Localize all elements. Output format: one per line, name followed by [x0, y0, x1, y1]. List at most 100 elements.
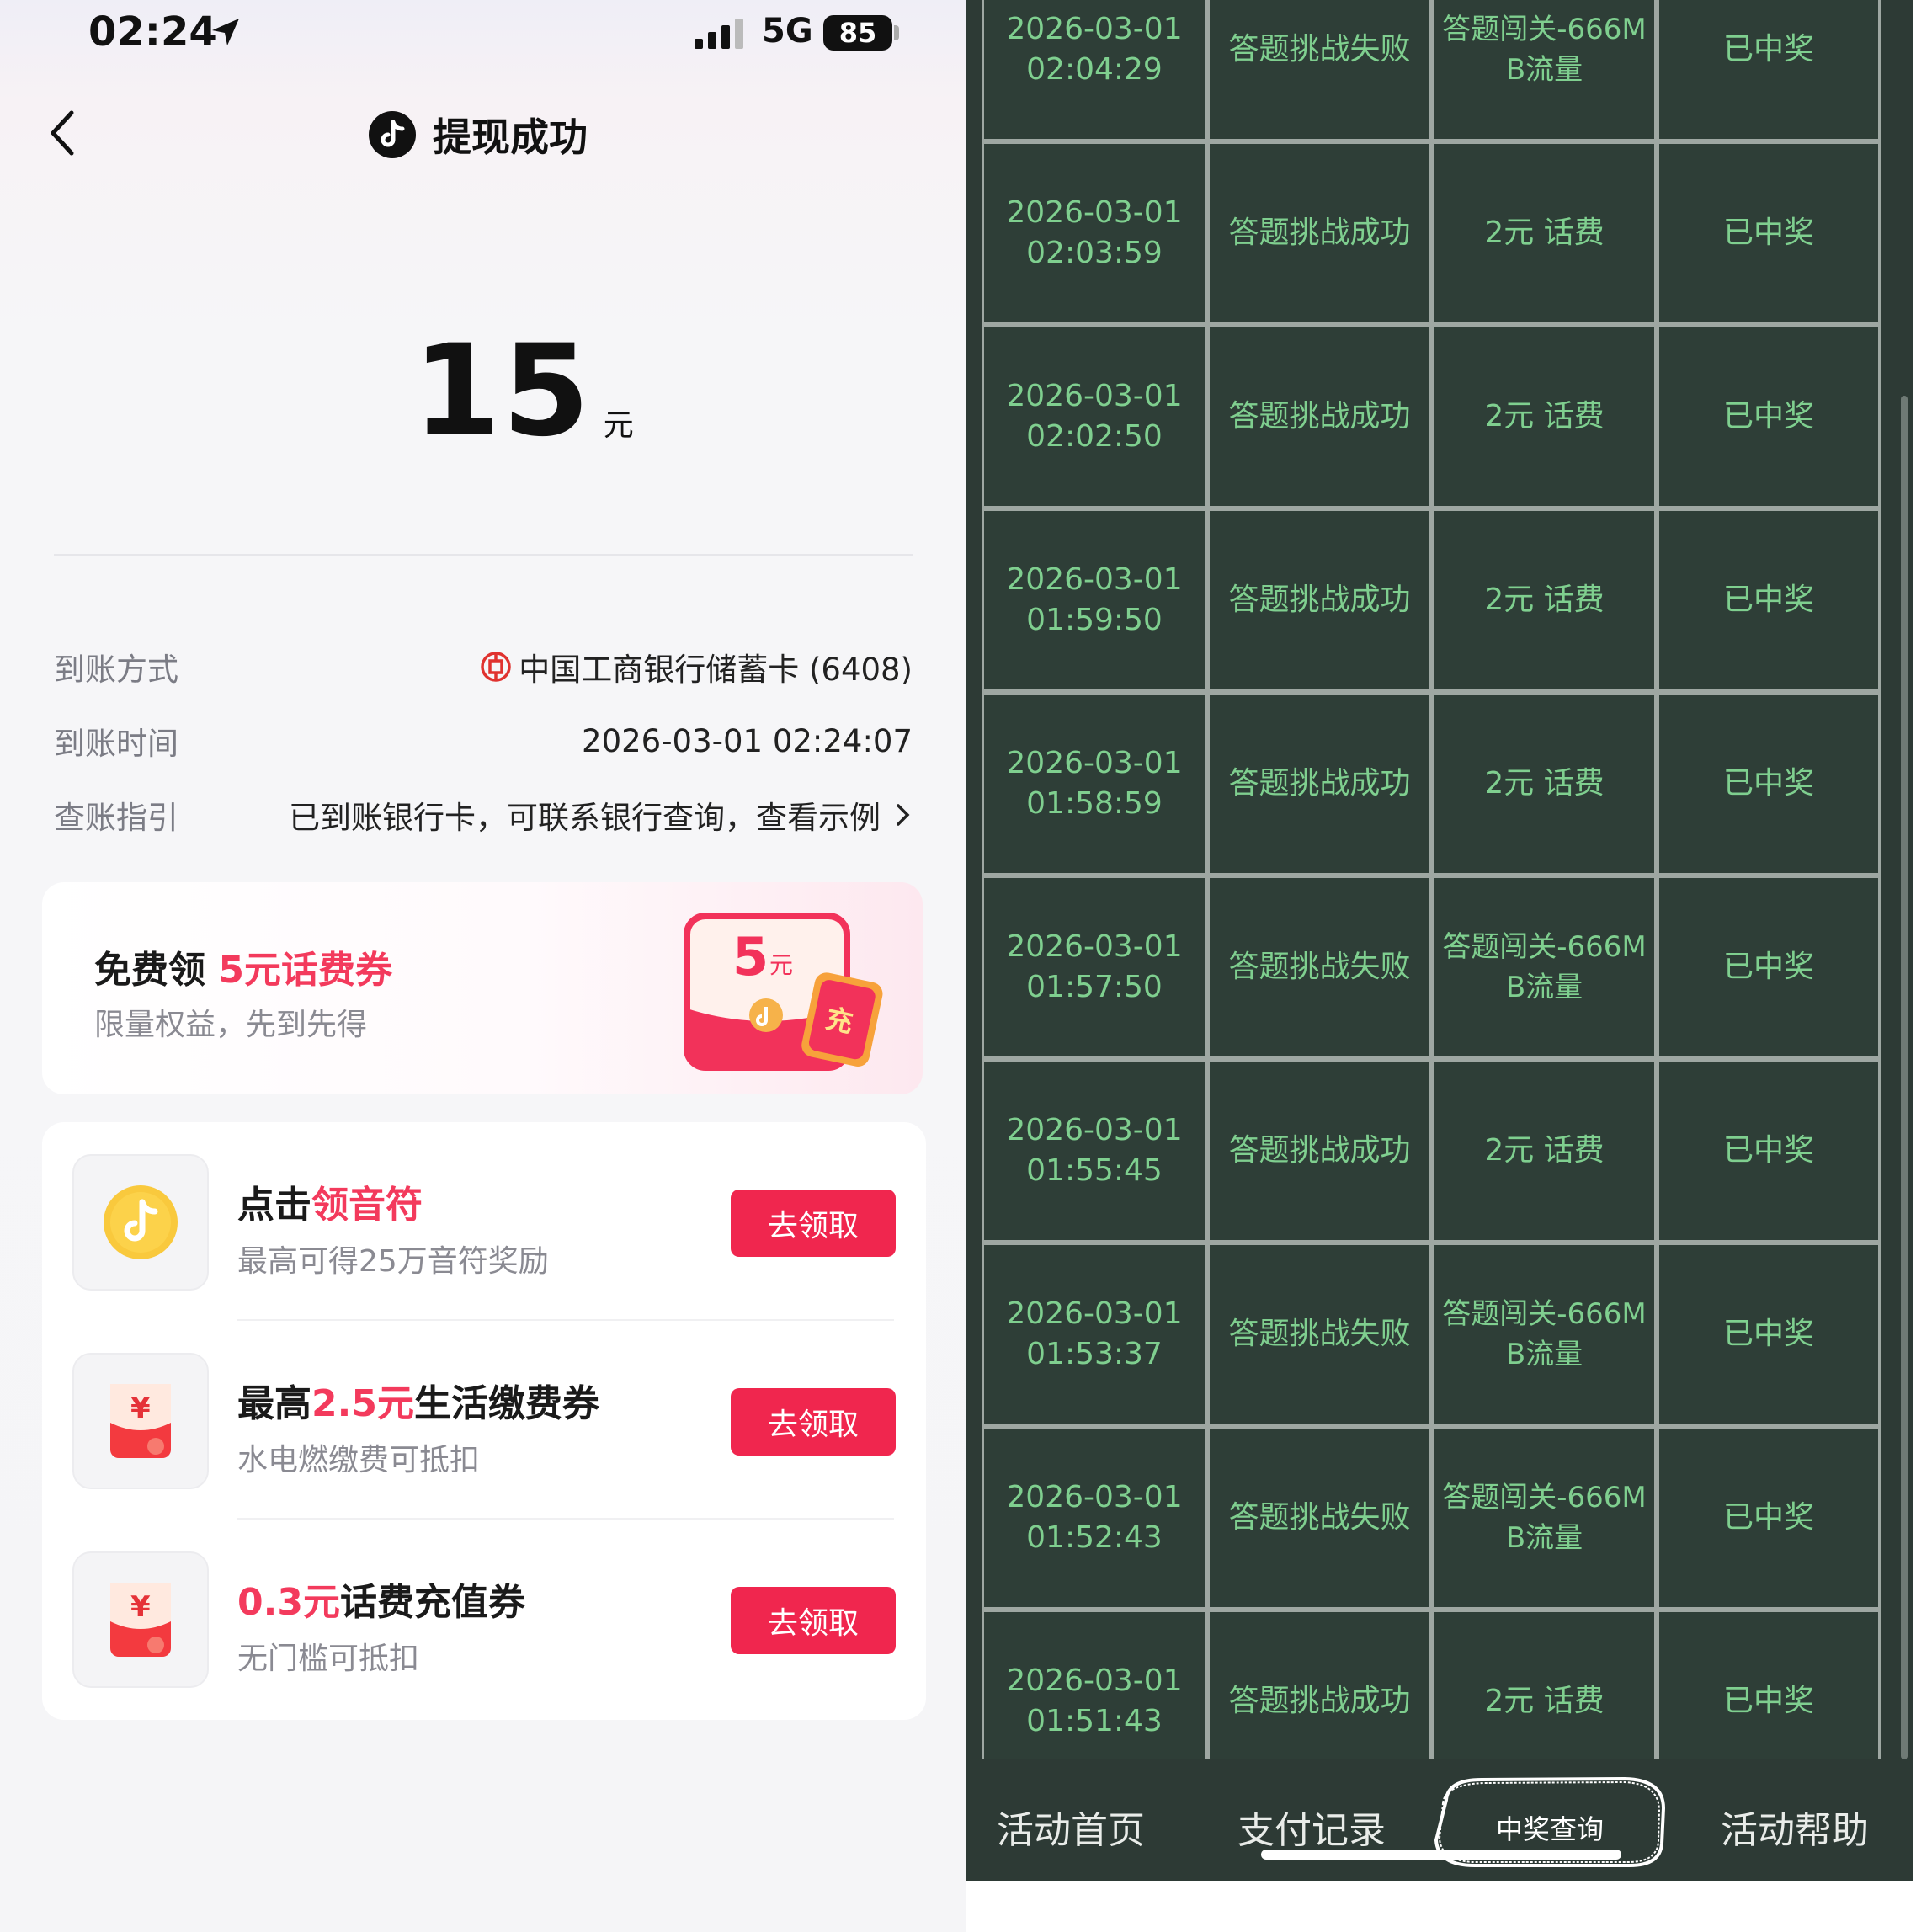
- cell-text: 已中奖: [1723, 764, 1814, 804]
- task-title-pre: 最高: [237, 1382, 311, 1425]
- cell-text: 2026-03-01 01:59:50: [1006, 560, 1182, 641]
- guide-link[interactable]: 已到账银行卡，可联系银行查询，查看示例: [289, 792, 881, 838]
- cell-line-status: 已中奖: [1722, 399, 1814, 434]
- claim-button[interactable]: 去领取: [731, 1587, 896, 1654]
- cell-text: 已中奖: [1723, 213, 1814, 253]
- cell-line-activity: 答题挑战失败: [1228, 32, 1411, 67]
- task-title-pre: 点击: [237, 1184, 311, 1227]
- task-list: 点击领音符 最高可得25万音符奖励 去领取 ¥ 最高2.5元生活缴费券 水电燃缴…: [42, 1122, 926, 1720]
- cell-status: 已中奖: [1657, 508, 1881, 692]
- cell-line-date: 2026-03-01: [1006, 12, 1183, 46]
- cell-status: 已中奖: [1657, 1243, 1881, 1426]
- info-value: 中国工商银行储蓄卡 (6408): [480, 644, 913, 689]
- cell-prize: 2元 话费: [1432, 1059, 1657, 1243]
- cell-prize: 答题闯关-666M B流量: [1432, 1426, 1657, 1610]
- cell-activity: 答题挑战失败: [1207, 0, 1432, 141]
- task-title: 点击领音符: [237, 1174, 423, 1228]
- cell-line-activity: 答题挑战失败: [1228, 1500, 1411, 1535]
- promo-title-prefix: 免费领: [94, 949, 219, 992]
- red-envelope-icon: ¥: [110, 1384, 171, 1458]
- cell-line-date: 2026-03-01: [1006, 379, 1183, 413]
- tab-activity-help[interactable]: 活动帮助: [1721, 1800, 1869, 1854]
- cell-line-status: 已中奖: [1722, 1500, 1814, 1535]
- cell-line-date: 2026-03-01: [1006, 1296, 1183, 1331]
- cell-text: 已中奖: [1723, 1681, 1814, 1722]
- cell-line-activity: 答题挑战成功: [1228, 583, 1411, 617]
- cell-text: 已中奖: [1723, 1498, 1814, 1538]
- icbc-bank-icon: [481, 652, 511, 682]
- cell-line-prize1: 2元 话费: [1484, 1133, 1605, 1168]
- cell-datetime: 2026-03-01 01:55:45: [982, 1059, 1207, 1243]
- status-time: 02:24: [88, 8, 217, 56]
- chevron-right-icon: [897, 804, 910, 826]
- signal-icon: [695, 19, 743, 49]
- cell-line-time: 01:52:43: [1026, 1520, 1163, 1555]
- cell-text: 已中奖: [1723, 29, 1814, 70]
- coupon-art-icon: 5 元 充: [684, 913, 883, 1071]
- status-bar: 02:24 5G 85: [0, 0, 966, 67]
- cell-prize: 答题闯关-666M B流量: [1432, 0, 1657, 141]
- bottom-tab-bar: 活动首页 支付记录 中奖查询 活动帮助: [966, 1759, 1913, 1881]
- art-amount: 5: [732, 926, 769, 987]
- cell-line-prize2: B流量: [1505, 1338, 1583, 1371]
- red-envelope-icon: ¥: [110, 1583, 171, 1657]
- cell-text: 2元 话费: [1484, 1131, 1604, 1171]
- cell-line-prize1: 答题闯关-666M: [1442, 930, 1647, 964]
- battery-tip: [894, 25, 899, 40]
- svg-text:¥: ¥: [130, 1590, 151, 1624]
- tab-payment-records[interactable]: 支付记录: [1237, 1800, 1386, 1854]
- task-icon: ¥: [72, 1353, 209, 1489]
- cell-text: 2026-03-01 01:55:45: [1006, 1110, 1182, 1191]
- cell-text: 答题闯关-666M B流量: [1442, 1294, 1647, 1375]
- page-header: 提现成功: [369, 105, 588, 164]
- task-title: 最高2.5元生活缴费券: [237, 1373, 599, 1427]
- cell-text: 答题闯关-666M B流量: [1442, 9, 1647, 90]
- cell-text: 已中奖: [1723, 580, 1814, 620]
- promo-title-highlight: 5元话费券: [218, 949, 392, 992]
- back-chevron-icon[interactable]: [46, 108, 80, 158]
- info-label: 到账方式: [54, 652, 178, 688]
- claim-button[interactable]: 去领取: [731, 1388, 896, 1456]
- cell-datetime: 2026-03-01 02:03:59: [982, 141, 1207, 325]
- task-title-highlight: 2.5元: [311, 1382, 414, 1425]
- cell-activity: 答题挑战成功: [1207, 1610, 1432, 1759]
- list-item: 点击领音符 最高可得25万音符奖励 去领取: [42, 1122, 926, 1321]
- cell-datetime: 2026-03-01 02:02:50: [982, 325, 1207, 508]
- info-row-guide[interactable]: 查账指引 已到账银行卡，可联系银行查询，查看示例: [54, 790, 913, 840]
- cell-text: 2026-03-01 01:51:43: [1006, 1661, 1182, 1742]
- cell-line-status: 已中奖: [1722, 32, 1814, 67]
- cell-text: 答题挑战成功: [1228, 580, 1410, 620]
- cell-status: 已中奖: [1657, 325, 1881, 508]
- cell-line-date: 2026-03-01: [1006, 195, 1183, 230]
- info-label: 到账时间: [54, 726, 178, 762]
- promo-subtitle: 限量权益，先到先得: [94, 1008, 368, 1042]
- cell-text: 2元 话费: [1484, 397, 1604, 437]
- cell-line-prize1: 2元 话费: [1484, 583, 1605, 617]
- cell-line-time: 01:59:50: [1026, 603, 1163, 637]
- info-row-method: 到账方式 中国工商银行储蓄卡 (6408): [54, 641, 913, 692]
- info-value[interactable]: 已到账银行卡，可联系银行查询，查看示例: [289, 792, 913, 838]
- divider: [54, 554, 913, 556]
- cell-line-activity: 答题挑战成功: [1228, 216, 1411, 250]
- cell-line-time: 02:04:29: [1026, 52, 1163, 87]
- promo-banner[interactable]: 免费领 5元话费券 限量权益，先到先得 5 元 充: [42, 882, 923, 1094]
- cell-line-activity: 答题挑战失败: [1228, 1317, 1411, 1351]
- cell-activity: 答题挑战成功: [1207, 141, 1432, 325]
- tab-activity-home[interactable]: 活动首页: [997, 1800, 1145, 1854]
- task-title-highlight: 0.3元: [237, 1581, 340, 1624]
- scrollbar[interactable]: [1901, 396, 1908, 1759]
- cell-activity: 答题挑战失败: [1207, 1243, 1432, 1426]
- cell-line-date: 2026-03-01: [1006, 1113, 1183, 1147]
- cell-line-time: 01:55:45: [1026, 1153, 1163, 1188]
- task-title-highlight: 领音符: [311, 1184, 423, 1227]
- cell-line-prize2: B流量: [1505, 1521, 1583, 1555]
- cell-line-time: 01:58:59: [1026, 786, 1163, 821]
- art-unit: 元: [769, 951, 793, 979]
- cell-status: 已中奖: [1657, 1059, 1881, 1243]
- cell-line-date: 2026-03-01: [1006, 562, 1183, 597]
- cell-line-prize2: B流量: [1505, 971, 1583, 1004]
- claim-button[interactable]: 去领取: [731, 1190, 896, 1257]
- task-title: 0.3元话费充值券: [237, 1572, 525, 1626]
- prize-table[interactable]: 2026-03-01 02:04:29 答题挑战失败 答题闯关-666M B流量 已中奖 2…: [982, 0, 1891, 1759]
- cell-text: 2026-03-01 02:03:59: [1006, 193, 1182, 274]
